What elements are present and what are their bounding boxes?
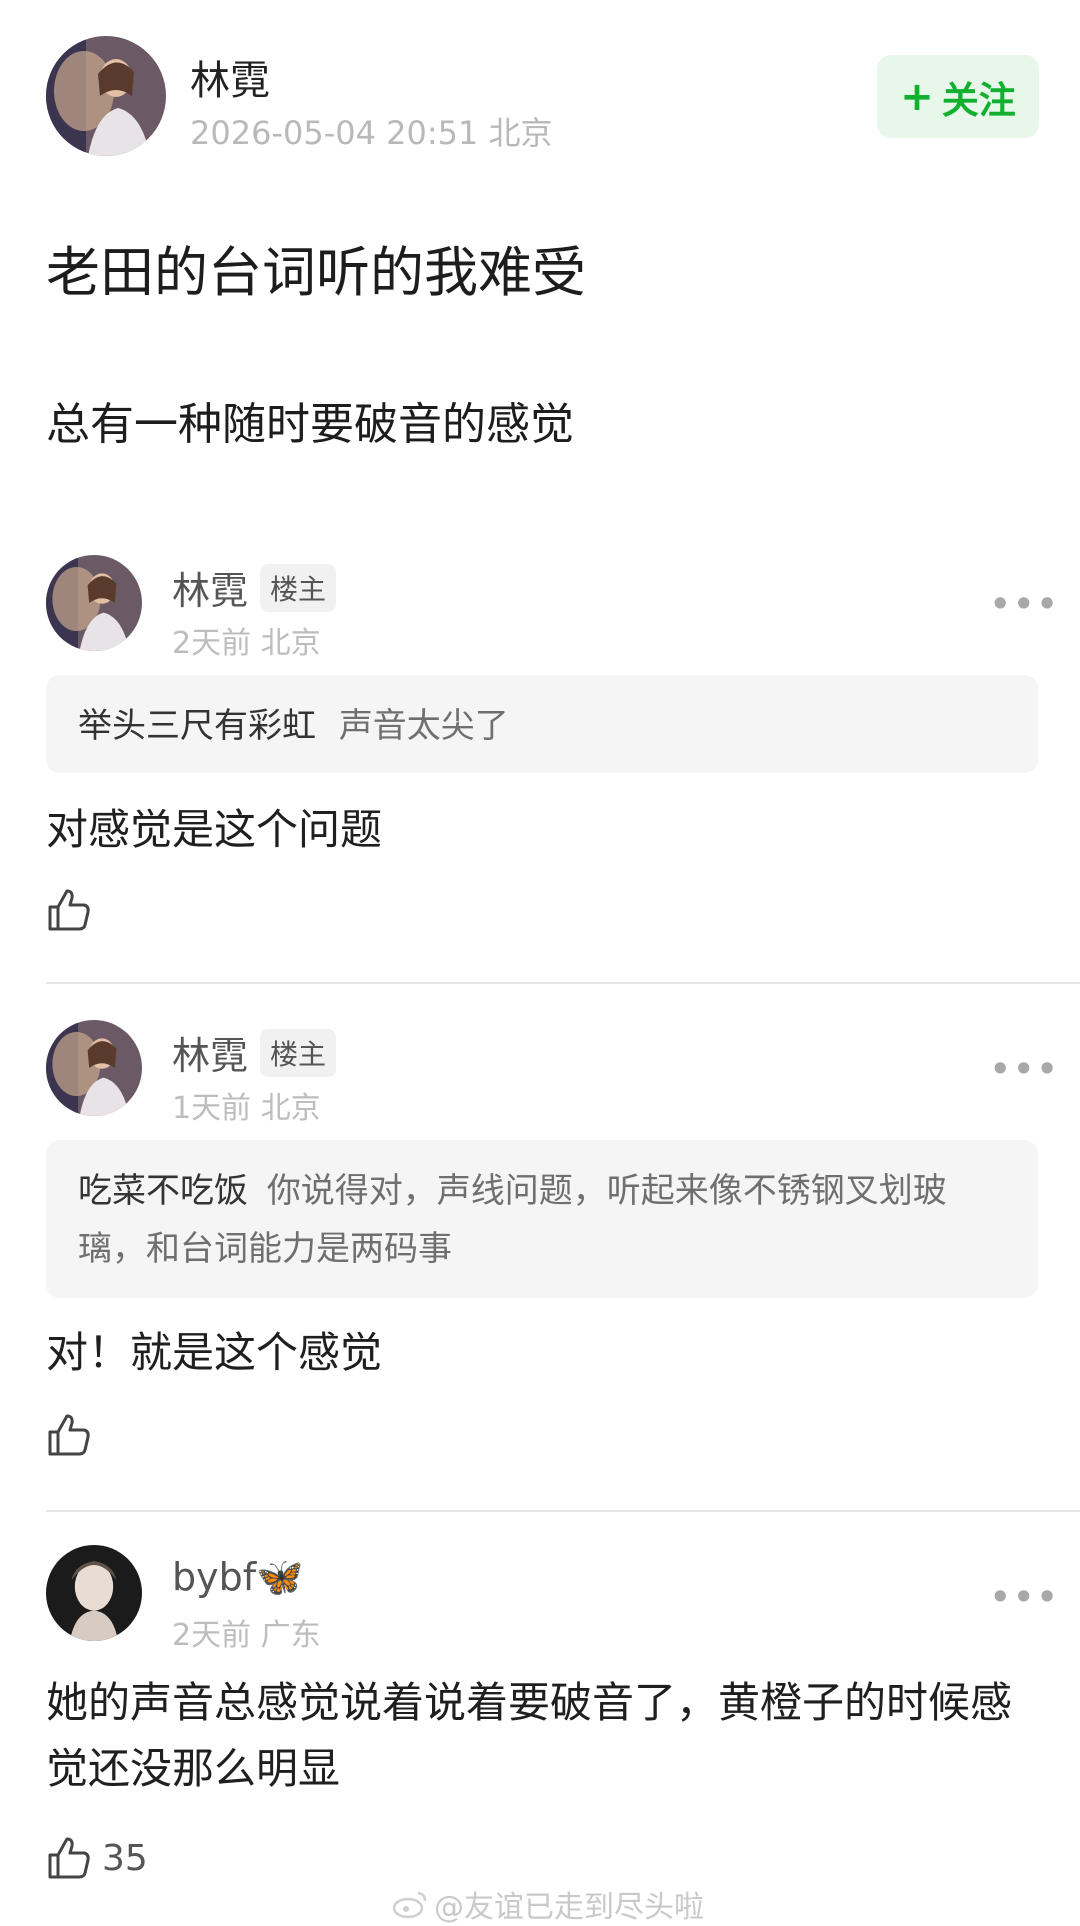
watermark-text: @友谊已走到尽头啦 [434,1890,704,1925]
comment-divider [46,982,1080,984]
more-options-icon[interactable]: ••• [990,1578,1060,1616]
thumbs-up-icon [48,1414,90,1456]
plus-icon: + [900,73,934,120]
more-options-icon[interactable]: ••• [990,585,1060,623]
follow-label: 关注 [941,78,1016,122]
more-options-icon[interactable]: ••• [990,1050,1060,1088]
comment-header: 林霓 楼主 [172,1025,337,1080]
author-name[interactable]: 林霓 [190,48,270,106]
like-count: 35 [102,1837,148,1879]
comment-author[interactable]: 林霓 [172,560,248,615]
comment-text: 对感觉是这个问题 [46,805,383,854]
comment-avatar[interactable] [46,555,142,651]
comment-text: 对！就是这个感觉 [46,1328,383,1377]
quoted-comment[interactable]: 举头三尺有彩虹 声音太尖了 [46,675,1038,773]
weibo-logo-icon [392,1891,427,1919]
like-button[interactable] [46,1412,102,1458]
comment-author[interactable]: 林霓 [172,1025,248,1080]
thumbs-up-icon [48,889,90,931]
thumbs-up-icon [48,1837,90,1879]
comment-time: 2天前 北京 [172,626,321,661]
comment-text: 她的声音总感觉说着说着要破音了，黄橙子的时候感觉还没那么明显 [46,1678,1013,1793]
watermark: @友谊已走到尽头啦 [392,1882,704,1926]
post-title: 老田的台词听的我难受 [46,241,586,304]
op-badge: 楼主 [260,563,337,612]
post-body: 总有一种随时要破音的感觉 [46,399,574,450]
quoted-user[interactable]: 吃菜不吃饭 [78,1171,248,1211]
quoted-user[interactable]: 举头三尺有彩虹 [78,706,316,746]
follow-button[interactable]: + 关注 [877,55,1039,138]
post-timestamp: 2026-05-04 20:51 北京 [190,114,553,152]
like-button[interactable]: 35 [46,1835,148,1881]
comment-divider [46,1510,1080,1512]
like-button[interactable] [46,887,102,933]
comment-time: 2天前 广东 [172,1618,321,1653]
comment-avatar[interactable] [46,1020,142,1116]
quoted-comment[interactable]: 吃菜不吃饭 你说得对，声线问题，听起来像不锈钢叉划玻璃，和台词能力是两码事 [46,1140,1038,1298]
comment-author[interactable]: bybf🦋 [172,1555,303,1600]
author-avatar[interactable] [46,36,166,156]
quoted-text: 声音太尖了 [338,706,509,746]
comment-time: 1天前 北京 [172,1091,321,1126]
comment-header: 林霓 楼主 [172,560,337,615]
op-badge: 楼主 [260,1028,337,1077]
comment-avatar[interactable] [46,1545,142,1641]
